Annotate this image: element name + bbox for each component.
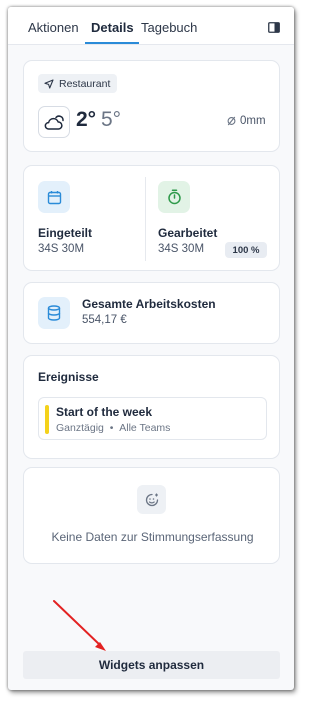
mood-icon-tile <box>137 485 166 514</box>
labor-cost-icon-tile <box>38 297 70 329</box>
location-chip[interactable]: Restaurant <box>38 74 118 93</box>
mood-face-icon <box>145 493 158 506</box>
temperature-low: 5° <box>101 108 122 131</box>
labor-cost-value: 554,17 € <box>82 314 127 326</box>
details-panel: Aktionen Details Tagebuch Restaurant 2° … <box>8 7 294 690</box>
event-meta: Ganztägig • Alle Teams <box>56 422 170 434</box>
worked-icon-tile <box>158 181 190 213</box>
tab-tagebuch[interactable]: Tagebuch <box>141 20 197 35</box>
customize-widgets-button[interactable]: Widgets anpassen <box>23 651 280 679</box>
scheduled-value: 34S 30M <box>38 243 85 255</box>
tab-aktionen[interactable]: Aktionen <box>28 20 79 35</box>
tab-details[interactable]: Details <box>91 20 134 35</box>
event-separator: • <box>109 422 114 434</box>
calendar-icon <box>47 190 61 204</box>
events-card: Ereignisse Start of the week Ganztägig •… <box>23 355 280 459</box>
weather-card: Restaurant 2° 5° 0mm <box>23 60 280 152</box>
empty-set-icon <box>227 116 236 126</box>
precipitation: 0mm <box>227 115 266 127</box>
worked-label: Gearbeitet <box>158 226 218 240</box>
event-item[interactable]: Start of the week Ganztägig • Alle Teams <box>38 397 267 440</box>
worked-percent-badge: 100 % <box>225 242 267 258</box>
hours-card: Eingeteilt 34S 30M Gearbeitet 34S 30M 10… <box>23 165 280 271</box>
event-color-bar <box>45 405 49 434</box>
collapse-panel-icon[interactable] <box>268 22 280 33</box>
stopwatch-icon <box>167 189 181 205</box>
location-label: Restaurant <box>59 77 111 90</box>
events-title: Ereignisse <box>38 370 99 384</box>
active-tab-indicator <box>85 42 139 44</box>
navigation-arrow-icon <box>44 78 54 89</box>
temperature-high: 2° <box>76 108 97 131</box>
worked-value: 34S 30M <box>158 243 205 255</box>
database-icon <box>47 305 61 321</box>
labor-cost-label: Gesamte Arbeitskosten <box>82 297 216 311</box>
event-scope: Alle Teams <box>119 422 171 434</box>
labor-cost-card: Gesamte Arbeitskosten 554,17 € <box>23 282 280 344</box>
event-title: Start of the week <box>56 405 153 419</box>
weather-icon-tile <box>38 106 70 138</box>
scheduled-label: Eingeteilt <box>38 226 93 240</box>
scheduled-icon-tile <box>38 181 70 213</box>
event-duration: Ganztägig <box>56 422 104 434</box>
precipitation-value: 0mm <box>240 115 266 127</box>
mood-card: Keine Daten zur Stimmungserfassung <box>23 467 280 564</box>
tab-bar: Aktionen Details Tagebuch <box>8 7 294 45</box>
divider <box>145 177 146 261</box>
cloud-sun-icon <box>44 115 64 130</box>
mood-empty-text: Keine Daten zur Stimmungserfassung <box>51 530 254 544</box>
